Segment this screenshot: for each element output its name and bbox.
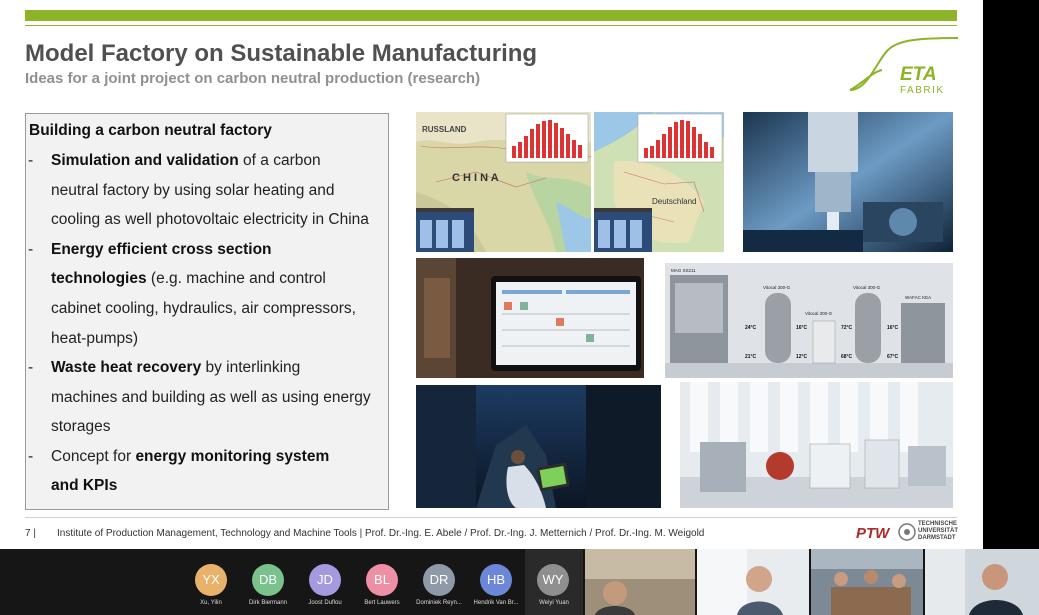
bullet-3-line-1: Waste heat recovery by interlinking bbox=[51, 359, 300, 377]
bullet-dash: - bbox=[28, 241, 34, 258]
participant-avatar[interactable]: DB bbox=[252, 564, 284, 596]
participant-name: Bert Lauwers bbox=[364, 600, 400, 606]
china-map-image: RUSSLAND C H I N A bbox=[416, 112, 591, 252]
bullet-dash: - bbox=[28, 359, 34, 376]
participant-name: Dominiek Reyn... bbox=[416, 600, 462, 606]
bullet-1-line-1: Simulation and validation of a carbon bbox=[51, 152, 321, 170]
monitoring-screen-image bbox=[416, 258, 644, 378]
right-dark-margin bbox=[983, 0, 1039, 549]
participant-video-1[interactable] bbox=[585, 549, 695, 615]
heat-storage-image: MAG XS211 Vitocal 300-G Vitocal 300-G Vi… bbox=[665, 263, 953, 378]
tu-darmstadt-text: TECHNISCHE UNIVERSITÄT DARMSTADT bbox=[918, 521, 958, 542]
temp-label-2: 16°C bbox=[796, 325, 808, 331]
tank-label-3: Vitocal 300-G bbox=[805, 311, 833, 316]
bullet-2-bold-1: Energy efficient cross section bbox=[51, 241, 272, 258]
bullet-4-line-2: and KPIs bbox=[51, 477, 117, 495]
slide-subtitle: Ideas for a joint project on carbon neut… bbox=[25, 70, 481, 87]
participant-name: Xu, Yilin bbox=[200, 600, 222, 606]
eta-fabrik-logo: ETA FABRIK bbox=[849, 37, 959, 96]
slide-title: Model Factory on Sustainable Manufacturi… bbox=[25, 40, 538, 67]
footer-institute-text: Institute of Production Management, Tech… bbox=[57, 528, 705, 539]
tank-label-5: WAFAC KEA bbox=[905, 295, 931, 300]
participant-avatar[interactable]: WY bbox=[537, 564, 569, 596]
map-label-deutschland: Deutschland bbox=[652, 197, 696, 206]
ptw-logo-text: PTW bbox=[856, 525, 891, 542]
participant-avatar[interactable]: HB bbox=[480, 564, 512, 596]
map-label-china: C H I N A bbox=[452, 172, 499, 184]
logo-sub-text: FABRIK bbox=[900, 85, 945, 96]
temp-label-4: 16°C bbox=[887, 325, 899, 331]
bullet-3-bold: Waste heat recovery bbox=[51, 359, 202, 376]
bullet-2-bold-2: technologies bbox=[51, 270, 147, 287]
machine-tool-image bbox=[743, 112, 953, 252]
bullet-1-line-2: neutral factory by using solar heating a… bbox=[51, 182, 335, 199]
participant-name: Dirk Biermann bbox=[248, 600, 287, 606]
temp-label-6: 12°C bbox=[796, 354, 808, 360]
bullet-3-rest: by interlinking bbox=[201, 359, 301, 376]
participant-name: Weiyi Yuan bbox=[539, 600, 569, 606]
germany-map-image: Deutschland bbox=[594, 112, 724, 252]
map-label-russland: RUSSLAND bbox=[422, 125, 467, 134]
temp-label-8: 67°C bbox=[887, 354, 899, 360]
bullet-3-line-2: machines and building as well as using e… bbox=[51, 389, 371, 406]
temp-label-7: 68°C bbox=[841, 354, 853, 360]
participant-name: Hendrik Van Br... bbox=[473, 600, 519, 606]
ptw-logo: PTW bbox=[855, 521, 891, 543]
temp-label-5: 21°C bbox=[745, 354, 757, 360]
bullet-4-bold-2: and KPIs bbox=[51, 477, 118, 494]
participant-video-2[interactable] bbox=[697, 549, 809, 615]
participant-avatar[interactable]: YX bbox=[195, 564, 227, 596]
slide-number: 7 | bbox=[25, 528, 36, 539]
bullet-1-bold: Simulation and validation bbox=[51, 152, 239, 169]
textbox-heading: Building a carbon neutral factory bbox=[29, 122, 272, 139]
bullet-textbox: Building a carbon neutral factory - Simu… bbox=[25, 113, 389, 510]
bullet-4-pre: Concept for bbox=[51, 448, 136, 465]
bullet-3-line-3: storages bbox=[51, 418, 111, 435]
bullet-2-line-2: technologies (e.g. machine and control bbox=[51, 270, 326, 288]
participant-video-4[interactable] bbox=[925, 549, 1039, 615]
bullet-2-line-1: Energy efficient cross section bbox=[51, 241, 272, 259]
bullet-2-line-3: cabinet cooling, hydraulics, air compres… bbox=[51, 300, 356, 317]
participant-name: Joost Duflou bbox=[308, 600, 342, 606]
participant-avatar[interactable]: JD bbox=[309, 564, 341, 596]
participant-avatar[interactable]: DR bbox=[423, 564, 455, 596]
tank-label-2: Vitocal 300-G bbox=[763, 285, 791, 290]
tud-line-1: TECHNISCHE bbox=[918, 521, 958, 527]
slide-top-line bbox=[25, 25, 957, 26]
temp-label-1: 24°C bbox=[745, 325, 757, 331]
participant-video-3[interactable] bbox=[811, 549, 923, 615]
temp-label-3: 72°C bbox=[841, 325, 853, 331]
tud-line-3: DARMSTADT bbox=[918, 535, 956, 541]
tank-label-4: Vitocal 300-G bbox=[853, 285, 881, 290]
bullet-1-line-3: cooling as well photovoltaic electricity… bbox=[51, 211, 369, 228]
participant-avatar[interactable]: BL bbox=[366, 564, 398, 596]
footer-rule bbox=[25, 517, 957, 518]
bullet-2-rest: (e.g. machine and control bbox=[146, 270, 326, 287]
bullet-2-line-4: heat-pumps) bbox=[51, 330, 139, 347]
factory-hall-image bbox=[680, 382, 953, 508]
bullet-dash: - bbox=[28, 152, 34, 169]
bullet-1-rest: of a carbon bbox=[238, 152, 321, 169]
slide-top-bar bbox=[25, 10, 957, 21]
logo-main-text: ETA bbox=[900, 64, 937, 85]
bullet-4-bold-1: energy monitoring system bbox=[135, 448, 330, 465]
tank-label-1: MAG XS211 bbox=[671, 268, 696, 273]
tud-line-2: UNIVERSITÄT bbox=[918, 528, 959, 534]
presentation-slide: Model Factory on Sustainable Manufacturi… bbox=[0, 0, 983, 549]
energy-monitoring-tablet-image bbox=[416, 385, 661, 508]
bullet-4-line-1: Concept for energy monitoring system bbox=[51, 448, 329, 466]
bullet-dash: - bbox=[28, 448, 34, 465]
